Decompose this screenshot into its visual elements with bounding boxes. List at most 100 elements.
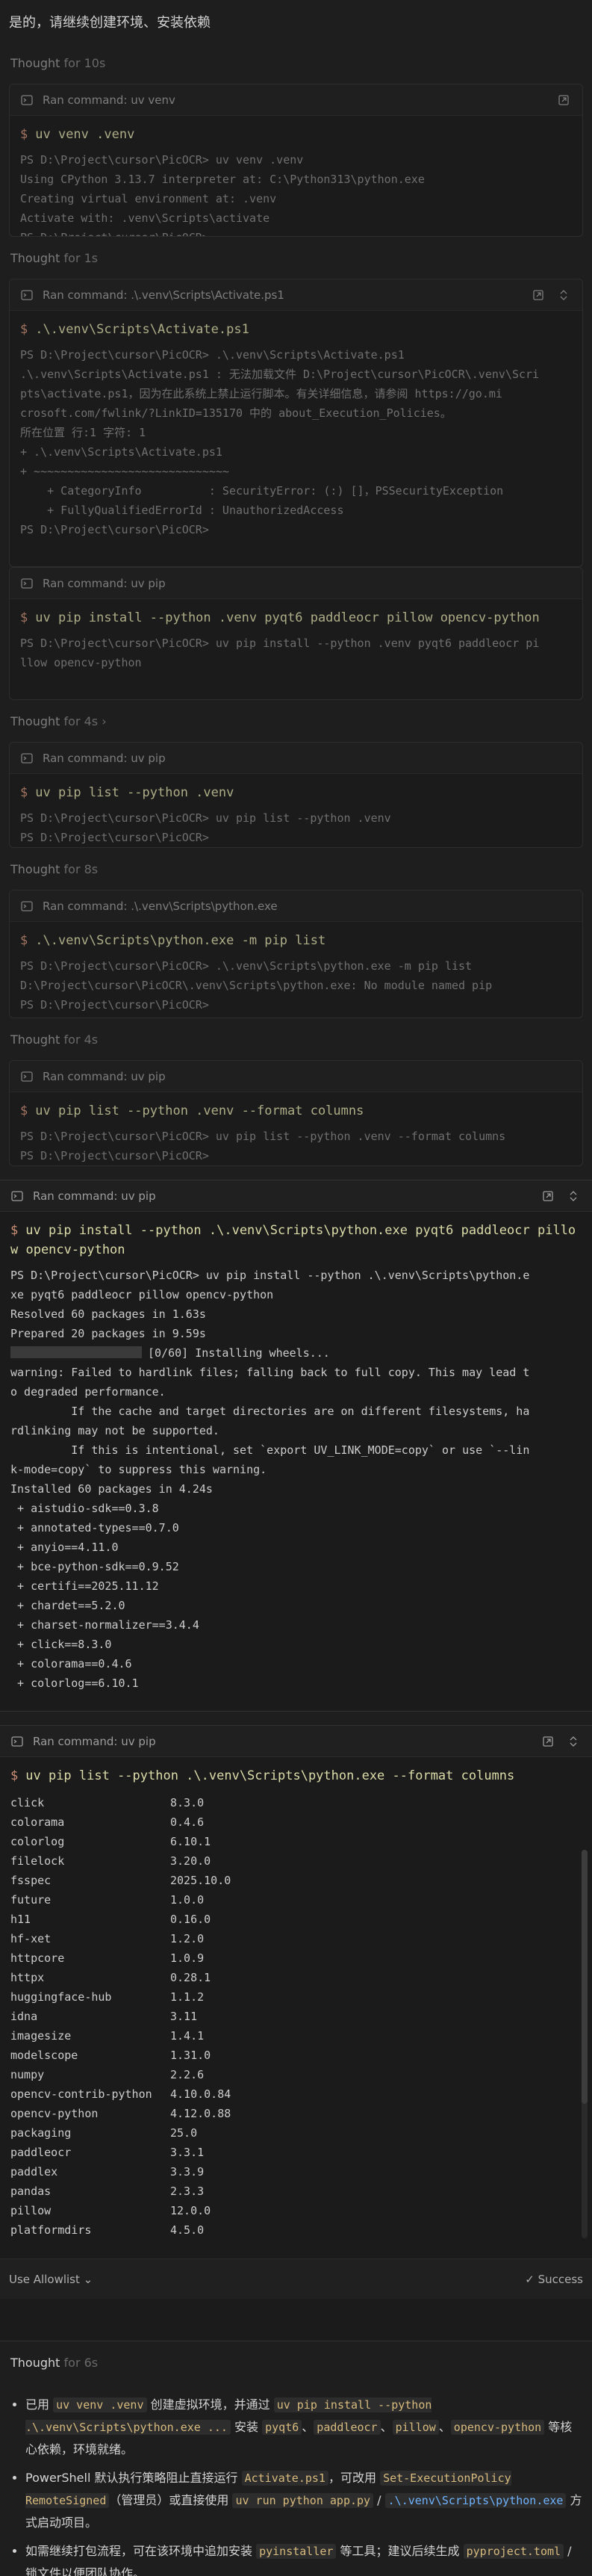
package-name: modelscope [10,2049,78,2062]
package-row: paddleocr 3.3.1 [10,2143,582,2162]
package-version: 4.10.0.84 [170,2087,231,2101]
package-name: idna [10,2010,38,2023]
terminal-header: Ran command: uv pip [0,1180,592,1212]
command-output: PS D:\Project\cursor\PicOCR> .\.venv\Scr… [20,348,540,536]
package-name: fsspec [10,1874,52,1887]
progress-text: [0/60] Installing wheels... [148,1346,330,1360]
thought-duration: for 6s [63,2355,99,2370]
package-version: 1.0.0 [170,1893,205,1907]
package-version: 0.16.0 [170,1913,211,1926]
expand-collapse-icon[interactable] [554,285,573,305]
command-text: uv pip install --python .\.venv\Scripts\… [10,1223,576,1257]
text: 等工具；建议后续生成 [336,2544,464,2558]
command-line: $ uv pip list --python .venv --format col… [10,1092,582,1125]
thought-row-2[interactable]: Thought for 1s [0,237,592,279]
package-row: imagesize 1.4.1 [10,2026,582,2046]
terminal-title: Ran command: uv pip [43,576,166,590]
package-name: httpcore [10,1951,65,1965]
package-version: 1.2.0 [170,1932,205,1945]
command-line: $ .\.venv\Scripts\Activate.ps1 [10,311,582,344]
scrollbar-thumb[interactable] [582,1850,588,2104]
package-version: 1.1.2 [170,1990,205,2004]
use-allowlist-dropdown[interactable]: Use Allowlist ⌄ [9,2273,93,2286]
terminal-header: Ran command: uv venv [10,84,582,116]
expand-collapse-icon[interactable] [564,1186,583,1206]
text: 、 [380,2420,393,2434]
package-row: httpcore 1.0.9 [10,1948,582,1968]
text: 已用 [25,2397,54,2412]
expand-collapse-icon[interactable] [564,1732,583,1751]
package-version: 6.10.1 [170,1835,211,1848]
terminal-title: Ran command: uv pip [43,1069,166,1083]
terminal-header: Ran command: uv pip [10,1061,582,1092]
package-name: click [10,1796,45,1809]
terminal-block-pip-install: Ran command: uv pip $ uv pip install --py… [9,567,583,700]
prompt-dollar: $ [20,1103,28,1118]
package-row: opencv-python 4.12.0.88 [10,2104,582,2123]
thought-row-4[interactable]: Thought for 8s [0,848,592,890]
package-version: 25.0 [170,2126,198,2140]
terminal-title: Ran command: .\.venv\Scripts\python.exe [43,899,278,913]
open-in-terminal-icon[interactable] [554,90,573,110]
package-name: pandas [10,2185,52,2198]
command-text: uv pip list --python .venv --format colu… [35,1103,364,1118]
package-row: huggingface-hub 1.1.2 [10,1987,582,2007]
package-name: platformdirs [10,2223,92,2237]
package-version: 4.12.0.88 [170,2107,231,2120]
prompt-dollar: $ [10,1768,19,1783]
command-line: $ uv pip list --python .venv [10,774,582,807]
package-version: 0.4.6 [170,1815,205,1829]
open-in-terminal-icon[interactable] [538,1186,558,1206]
thought-row-3[interactable]: Thought for 4s › [0,700,592,742]
package-row: numpy 2.2.6 [10,2065,582,2084]
prompt-dollar: $ [20,610,28,625]
thought-row-5[interactable]: Thought for 4s [0,1018,592,1060]
inline-code: pillow [392,2420,439,2435]
package-name: opencv-contrib-python [10,2087,152,2101]
terminal-header: Ran command: uv pip [10,568,582,599]
package-version: 3.3.1 [170,2146,205,2159]
package-version: 4.5.0 [170,2223,205,2237]
text: （管理员）或直接使用 [109,2493,233,2507]
package-name: paddleocr [10,2146,72,2159]
thought-row-6[interactable]: Thought for 6s [0,2341,592,2383]
package-table[interactable]: click 8.3.0 colorama 0.4.6 colorlog 6.10.1 fil… [0,1790,592,2258]
package-name: opencv-python [10,2107,99,2120]
package-name: httpx [10,1971,45,1984]
prompt-dollar: $ [20,933,28,948]
command-text: uv venv .venv [35,127,135,142]
package-row: hf-xet 1.2.0 [10,1929,582,1948]
terminal-header: Ran command: uv pip [0,1726,592,1757]
command-text: uv pip list --python .\.venv\Scripts\pyt… [25,1768,515,1783]
package-name: packaging [10,2126,72,2140]
summary-bullet-1: 已用 uv venv .venv 创建虚拟环境，并通过 uv pip insta… [25,2394,583,2461]
package-version: 12.0.0 [170,2204,211,2217]
package-name: colorlog [10,1835,65,1848]
summary-bullet-2: PowerShell 默认执行策略阻止直接运行 Activate.ps1，可改用… [25,2467,583,2534]
command-line: $ uv pip install --python .\.venv\Scripts… [0,1212,592,1264]
thought-label: Thought [10,2355,60,2370]
chevron-down-icon: ⌄ [83,2272,93,2286]
prompt-dollar: $ [10,1223,19,1238]
use-allowlist-label: Use Allowlist [9,2272,80,2286]
package-row: packaging 25.0 [10,2123,582,2143]
package-row: future 1.0.0 [10,1890,582,1910]
terminal-icon [19,1068,35,1085]
package-row: httpx 0.28.1 [10,1968,582,1987]
terminal-block-pip-install-full: Ran command: uv pip $ uv pip install --py… [0,1180,592,1712]
open-in-terminal-icon[interactable] [538,1732,558,1751]
terminal-icon [19,898,35,914]
open-in-terminal-icon[interactable] [529,285,548,305]
package-version: 3.11 [170,2010,198,2023]
inline-code: pyproject.toml [463,2544,564,2559]
text: 、 [438,2420,451,2434]
terminal-icon [19,92,35,108]
terminal-icon [9,1733,25,1750]
thought-row-1[interactable]: Thought for 10s [0,42,592,84]
inline-code-link[interactable]: .\.venv\Scripts\python.exe [384,2493,567,2508]
scrollbar[interactable] [582,1850,588,2238]
package-row: h11 0.16.0 [10,1910,582,1929]
terminal-icon [19,287,35,303]
thought-duration: for 8s [63,861,99,876]
inline-code: paddleocr [314,2420,381,2435]
